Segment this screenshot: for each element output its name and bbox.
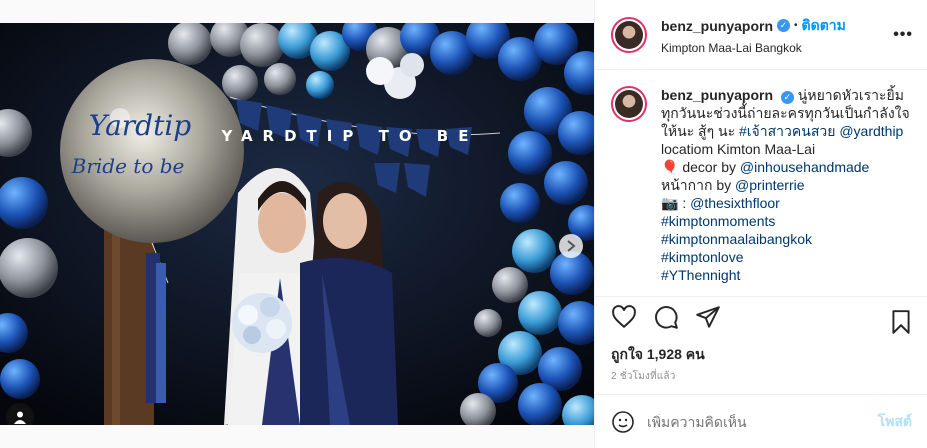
banner-text: YARDTIP TO BE xyxy=(221,127,479,145)
comment-icon xyxy=(655,305,678,329)
verified-badge-icon: ✓ xyxy=(777,19,791,32)
caption-line: หน้ากาก by xyxy=(661,177,732,193)
avatar[interactable] xyxy=(611,16,647,53)
caption-text: benz_punyaporn ✓ นู่หยาดหัวเราะยิ้ม ทุกว… xyxy=(661,86,911,295)
chevron-right-icon xyxy=(567,240,576,252)
likes-count[interactable]: ถูกใจ 1,928 คน xyxy=(611,344,705,366)
balloon-text-1: Yardtip xyxy=(89,109,192,142)
mention-link[interactable]: @yardthip xyxy=(839,123,903,139)
more-options-button[interactable]: ••• xyxy=(893,26,913,44)
share-icon xyxy=(696,305,720,328)
post-side-panel: benz_punyaporn ✓ • ติดตาม Kimpton Maa-La… xyxy=(594,0,927,448)
next-photo-button[interactable] xyxy=(559,234,583,258)
mention-link[interactable]: @printerrie xyxy=(735,177,804,193)
comment-input[interactable] xyxy=(647,413,878,430)
caption-line: 🎈 decor by xyxy=(661,159,737,175)
caption-username[interactable]: benz_punyaporn xyxy=(661,87,773,103)
caption-line: locatiom Kimton Maa-Lai xyxy=(661,141,816,157)
user-tags-button[interactable] xyxy=(6,403,34,425)
separator-dot: • xyxy=(794,20,798,31)
post-timestamp[interactable]: 2 ชั่วโมงที่แล้ว xyxy=(611,369,676,384)
heart-icon xyxy=(612,304,636,328)
post-photo[interactable]: Yardtip Bride to be YARDTIP TO BE xyxy=(0,23,594,425)
photo-illustration: Yardtip Bride to be YARDTIP TO BE xyxy=(0,23,594,425)
caption-line: นู่หยาดหัวเราะยิ้ม xyxy=(797,87,904,103)
caption-line: ทุกวันนะช่วงนี้ถ่ายละครทุกวันเป็นกำลังใจ xyxy=(661,105,910,121)
caption: benz_punyaporn ✓ นู่หยาดหัวเราะยิ้ม ทุกว… xyxy=(595,70,927,295)
action-bar xyxy=(595,296,927,336)
hashtag-link[interactable]: #kimptonmoments xyxy=(661,213,775,229)
verified-badge-icon: ✓ xyxy=(780,91,794,104)
hashtag-link[interactable]: #kimptonmaalaibangkok xyxy=(661,231,812,247)
comment-button[interactable] xyxy=(653,304,679,330)
follow-button[interactable]: ติดตาม xyxy=(802,15,846,37)
user-tag-icon xyxy=(14,411,26,424)
username-link[interactable]: benz_punyaporn xyxy=(661,18,773,34)
mention-link[interactable]: @thesixthfloor xyxy=(690,195,780,211)
caption-line: ให้นะ สู้ๆ นะ xyxy=(661,123,736,139)
save-button[interactable] xyxy=(888,309,914,340)
hashtag-link[interactable]: #YThennight xyxy=(661,267,740,283)
share-button[interactable] xyxy=(695,304,721,330)
post-header: benz_punyaporn ✓ • ติดตาม Kimpton Maa-La… xyxy=(595,0,927,70)
balloon-text-2: Bride to be xyxy=(71,154,185,178)
comment-bar: โพสต์ xyxy=(595,394,927,448)
like-button[interactable] xyxy=(611,304,637,330)
location-link[interactable]: Kimpton Maa-Lai Bangkok xyxy=(661,41,846,55)
mention-link[interactable]: @inhousehandmade xyxy=(740,159,869,175)
bookmark-icon xyxy=(892,310,910,334)
avatar[interactable] xyxy=(611,86,647,122)
hashtag-link[interactable]: #เจ้าสาวคนสวย xyxy=(739,123,835,139)
post-comment-button[interactable]: โพสต์ xyxy=(878,411,912,433)
hashtag-link[interactable]: #kimptonlove xyxy=(661,249,744,265)
emoji-icon[interactable] xyxy=(611,410,635,434)
caption-line: 📷 : xyxy=(661,195,687,211)
instagram-post-modal: Yardtip Bride to be YARDTIP TO BE benz_p… xyxy=(0,0,927,448)
